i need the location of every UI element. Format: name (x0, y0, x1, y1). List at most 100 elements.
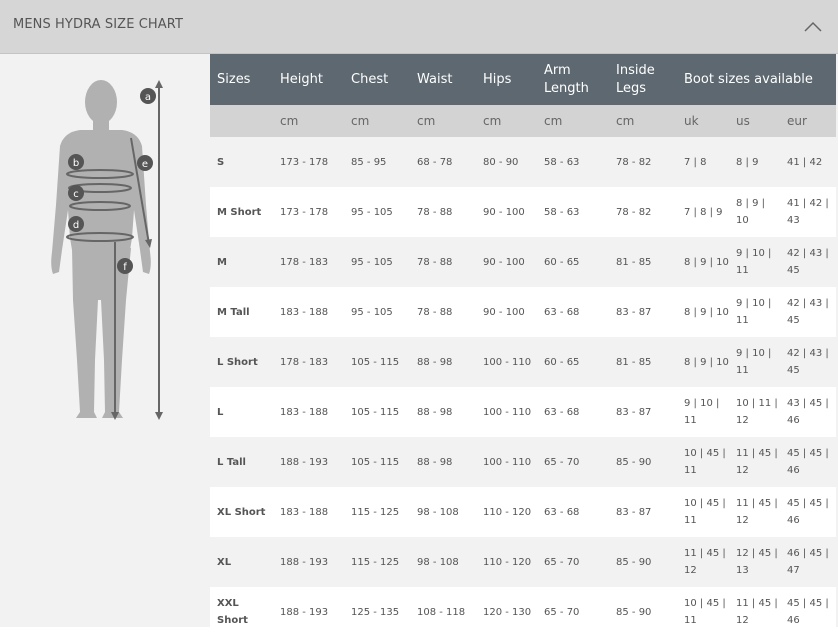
table-cell: 85 - 90 (609, 437, 677, 487)
table-cell: 88 - 98 (410, 437, 476, 487)
table-cell: 7 | 8 (677, 137, 729, 187)
table-header-row: Sizes Height Chest Waist Hips Arm Length… (210, 54, 837, 105)
table-cell: 178 - 183 (273, 337, 344, 387)
unit-cell: cm (476, 105, 537, 137)
size-table: Sizes Height Chest Waist Hips Arm Length… (210, 54, 837, 637)
table-cell: 10 | 45 | 11 (677, 437, 729, 487)
size-label: L Short (210, 337, 273, 387)
table-cell: 95 - 105 (344, 287, 410, 337)
table-cell: 105 - 115 (344, 437, 410, 487)
table-cell: 8 | 9 | 10 (729, 187, 780, 237)
table-cell: 100 - 110 (476, 387, 537, 437)
table-cell: 188 - 193 (273, 587, 344, 637)
table-cell: 58 - 63 (537, 137, 609, 187)
table-cell: 183 - 188 (273, 487, 344, 537)
column-header-arm-length: Arm Length (537, 54, 609, 105)
column-header-waist: Waist (410, 54, 476, 105)
table-row: L Short 178 - 183 105 - 115 88 - 98 100 - 11… (210, 337, 837, 387)
table-cell: 8 | 9 | 10 (677, 337, 729, 387)
table-cell: 43 | 45 | 46 (780, 387, 837, 437)
table-cell: 88 - 98 (410, 387, 476, 437)
chevron-up-icon[interactable] (802, 16, 824, 38)
table-cell: 188 - 193 (273, 437, 344, 487)
table-cell: 110 - 120 (476, 537, 537, 587)
table-cell: 81 - 85 (609, 237, 677, 287)
table-cell: 68 - 78 (410, 137, 476, 187)
table-cell: 45 | 45 | 46 (780, 587, 837, 637)
table-cell: 7 | 8 | 9 (677, 187, 729, 237)
table-row: M 178 - 183 95 - 105 78 - 88 90 - 100 60 - 65… (210, 237, 837, 287)
table-cell: 98 - 108 (410, 487, 476, 537)
column-header-boot-sizes: Boot sizes available (677, 54, 837, 105)
table-cell: 83 - 87 (609, 487, 677, 537)
table-cell: 120 - 130 (476, 587, 537, 637)
table-cell: 41 | 42 | 43 (780, 187, 837, 237)
table-row: XL 188 - 193 115 - 125 98 - 108 110 - 120 65 … (210, 537, 837, 587)
size-label: M Short (210, 187, 273, 237)
table-cell: 9 | 10 | 11 (729, 337, 780, 387)
column-header-height: Height (273, 54, 344, 105)
table-cell: 125 - 135 (344, 587, 410, 637)
table-cell: 9 | 10 | 11 (729, 287, 780, 337)
table-cell: 12 | 45 | 13 (729, 537, 780, 587)
table-cell: 98 - 108 (410, 537, 476, 587)
table-cell: 83 - 87 (609, 287, 677, 337)
table-cell: 63 - 68 (537, 287, 609, 337)
table-cell: 108 - 118 (410, 587, 476, 637)
table-cell: 65 - 70 (537, 537, 609, 587)
table-cell: 115 - 125 (344, 487, 410, 537)
table-row: XL Short 183 - 188 115 - 125 98 - 108 110 - … (210, 487, 837, 537)
unit-cell: us (729, 105, 780, 137)
table-cell: 10 | 11 | 12 (729, 387, 780, 437)
column-header-inside-legs: Inside Legs (609, 54, 677, 105)
table-cell: 60 - 65 (537, 337, 609, 387)
table-cell: 81 - 85 (609, 337, 677, 387)
marker-d: d (73, 220, 79, 231)
table-cell: 8 | 9 (729, 137, 780, 187)
table-cell: 11 | 45 | 12 (729, 487, 780, 537)
table-cell: 83 - 87 (609, 387, 677, 437)
table-cell: 78 - 82 (609, 187, 677, 237)
table-cell: 105 - 115 (344, 337, 410, 387)
unit-cell (210, 105, 273, 137)
table-cell: 65 - 70 (537, 437, 609, 487)
unit-cell: uk (677, 105, 729, 137)
table-cell: 100 - 110 (476, 437, 537, 487)
column-header-sizes: Sizes (210, 54, 273, 105)
size-label: L (210, 387, 273, 437)
table-cell: 100 - 110 (476, 337, 537, 387)
table-row: XXL Short 188 - 193 125 - 135 108 - 118 120 … (210, 587, 837, 637)
accordion-header[interactable]: MENS HYDRA SIZE CHART (0, 0, 838, 54)
size-label: XL Short (210, 487, 273, 537)
column-header-hips: Hips (476, 54, 537, 105)
table-cell: 95 - 105 (344, 187, 410, 237)
unit-cell: cm (273, 105, 344, 137)
table-cell: 173 - 178 (273, 137, 344, 187)
table-cell: 46 | 45 | 47 (780, 537, 837, 587)
table-cell: 8 | 9 | 10 (677, 287, 729, 337)
table-cell: 9 | 10 | 11 (729, 237, 780, 287)
table-cell: 42 | 43 | 45 (780, 237, 837, 287)
table-cell: 78 - 88 (410, 187, 476, 237)
table-cell: 88 - 98 (410, 337, 476, 387)
table-row: L 183 - 188 105 - 115 88 - 98 100 - 110 63 - … (210, 387, 837, 437)
table-cell: 45 | 45 | 46 (780, 487, 837, 537)
marker-b: b (73, 158, 79, 169)
table-cell: 58 - 63 (537, 187, 609, 237)
table-cell: 183 - 188 (273, 387, 344, 437)
size-label: L Tall (210, 437, 273, 487)
unit-cell: eur (780, 105, 837, 137)
table-cell: 10 | 45 | 11 (677, 587, 729, 637)
table-cell: 9 | 10 | 11 (677, 387, 729, 437)
column-header-chest: Chest (344, 54, 410, 105)
unit-cell: cm (609, 105, 677, 137)
body-measurement-figure: a b c d e f (0, 54, 210, 627)
table-cell: 42 | 43 | 45 (780, 337, 837, 387)
table-cell: 188 - 193 (273, 537, 344, 587)
table-row: M Short 173 - 178 95 - 105 78 - 88 90 - 100 5… (210, 187, 837, 237)
size-label: M (210, 237, 273, 287)
unit-cell: cm (410, 105, 476, 137)
table-cell: 8 | 9 | 10 (677, 237, 729, 287)
table-cell: 105 - 115 (344, 387, 410, 437)
table-cell: 85 - 95 (344, 137, 410, 187)
